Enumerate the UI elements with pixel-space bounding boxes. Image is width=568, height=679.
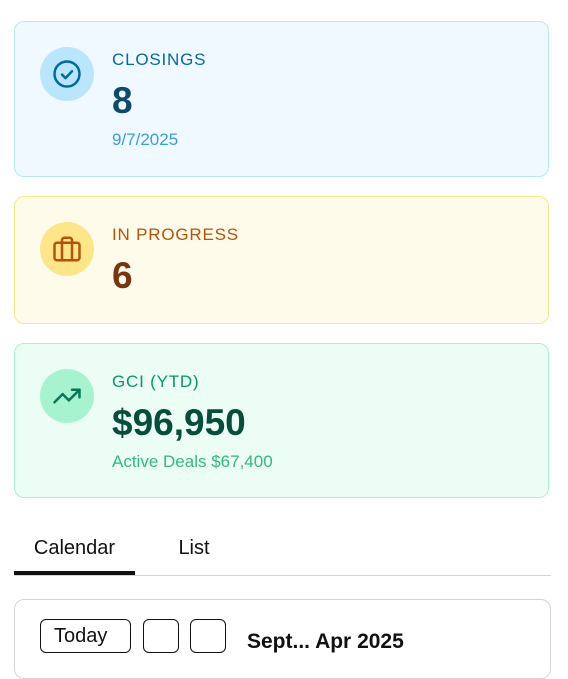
- in-progress-card: IN PROGRESS 6: [14, 196, 549, 324]
- closings-card: CLOSINGS 8 9/7/2025: [14, 21, 549, 177]
- check-circle-icon: [40, 47, 94, 101]
- in-progress-value: 6: [112, 255, 133, 296]
- gci-card: GCI (YTD) $96,950 Active Deals $67,400: [14, 343, 549, 498]
- gci-label: GCI (YTD): [112, 372, 200, 391]
- today-button[interactable]: Today: [40, 619, 131, 653]
- next-month-button[interactable]: [190, 619, 226, 653]
- tab-calendar[interactable]: Calendar: [14, 530, 135, 575]
- calendar-panel: Today Sept... Apr 2025: [14, 599, 551, 679]
- view-tabs: Calendar List: [14, 530, 551, 576]
- active-deals-text: Active Deals $67,400: [112, 452, 273, 471]
- previous-month-button[interactable]: [143, 619, 179, 653]
- month-title: Sept... Apr 2025: [247, 630, 404, 653]
- trending-up-icon: [40, 369, 94, 423]
- closings-label: CLOSINGS: [112, 50, 207, 69]
- tab-list[interactable]: List: [164, 530, 224, 574]
- gci-value: $96,950: [112, 402, 246, 443]
- closings-date: 9/7/2025: [112, 130, 179, 149]
- in-progress-label: IN PROGRESS: [112, 225, 239, 244]
- closings-value: 8: [112, 80, 133, 121]
- briefcase-icon: [40, 222, 94, 276]
